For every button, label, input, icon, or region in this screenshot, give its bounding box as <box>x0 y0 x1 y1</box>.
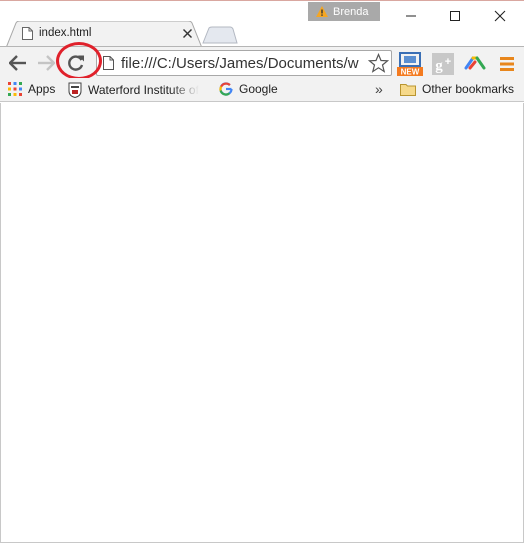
bookmark-waterford[interactable]: Waterford Institute of <box>68 82 199 98</box>
menu-icon[interactable] <box>494 51 520 77</box>
apps-grid-icon <box>8 82 22 96</box>
file-icon <box>22 27 33 40</box>
back-button[interactable] <box>7 52 29 74</box>
new-tab-button[interactable] <box>202 26 238 44</box>
new-ext-icon[interactable]: NEW <box>397 51 423 77</box>
bookmark-apps[interactable]: Apps <box>8 82 55 96</box>
maximize-button[interactable] <box>432 2 478 30</box>
tab-shape <box>6 21 202 48</box>
minimize-button[interactable] <box>388 2 434 30</box>
reload-icon <box>68 55 84 71</box>
google-plus-icon[interactable]: g + <box>430 51 456 77</box>
forward-button[interactable] <box>35 52 57 74</box>
tab-index-html[interactable]: index.html <box>6 21 202 48</box>
close-window-button[interactable] <box>477 2 523 30</box>
minimize-icon <box>406 15 416 17</box>
svg-text:NEW: NEW <box>401 68 420 77</box>
google-g-icon <box>219 82 233 96</box>
bookmark-google[interactable]: Google <box>219 82 278 96</box>
title-bar: Brenda index.html <box>0 0 524 48</box>
other-bookmarks-label: Other bookmarks <box>422 82 515 96</box>
bookmark-google-label: Google <box>239 82 278 96</box>
tab-close-icon[interactable] <box>182 28 193 39</box>
chevron-double-right-icon[interactable]: » <box>375 81 383 97</box>
maximize-icon <box>450 11 460 21</box>
folder-icon <box>400 83 416 96</box>
svg-text:+: + <box>445 56 451 68</box>
drive-icon[interactable] <box>462 51 488 77</box>
navigation-toolbar: file:///C:/Users/James/Documents/w NEW g… <box>0 46 524 78</box>
page-content[interactable] <box>0 103 524 543</box>
other-bookmarks-folder[interactable]: Other bookmarks <box>400 82 514 96</box>
profile-button[interactable]: Brenda <box>308 2 380 21</box>
url-text[interactable]: file:///C:/Users/James/Documents/w <box>121 55 359 72</box>
page-icon <box>103 56 114 70</box>
profile-name: Brenda <box>333 5 369 18</box>
bookmark-apps-label: Apps <box>28 82 56 96</box>
svg-text:g: g <box>435 58 443 74</box>
star-icon[interactable] <box>368 53 389 73</box>
wit-crest-icon <box>68 82 82 98</box>
back-arrow-icon <box>9 55 26 71</box>
address-bar[interactable]: file:///C:/Users/James/Documents/w <box>96 50 392 76</box>
warning-icon <box>316 6 328 17</box>
tab-title: index.html <box>39 27 92 39</box>
forward-arrow-icon <box>38 55 55 71</box>
bookmarks-bar: Apps Waterford Institute of Google » Oth… <box>0 78 524 102</box>
close-icon <box>494 10 506 22</box>
reload-button[interactable] <box>65 52 87 74</box>
bookmark-waterford-label: Waterford Institute of <box>88 83 199 97</box>
